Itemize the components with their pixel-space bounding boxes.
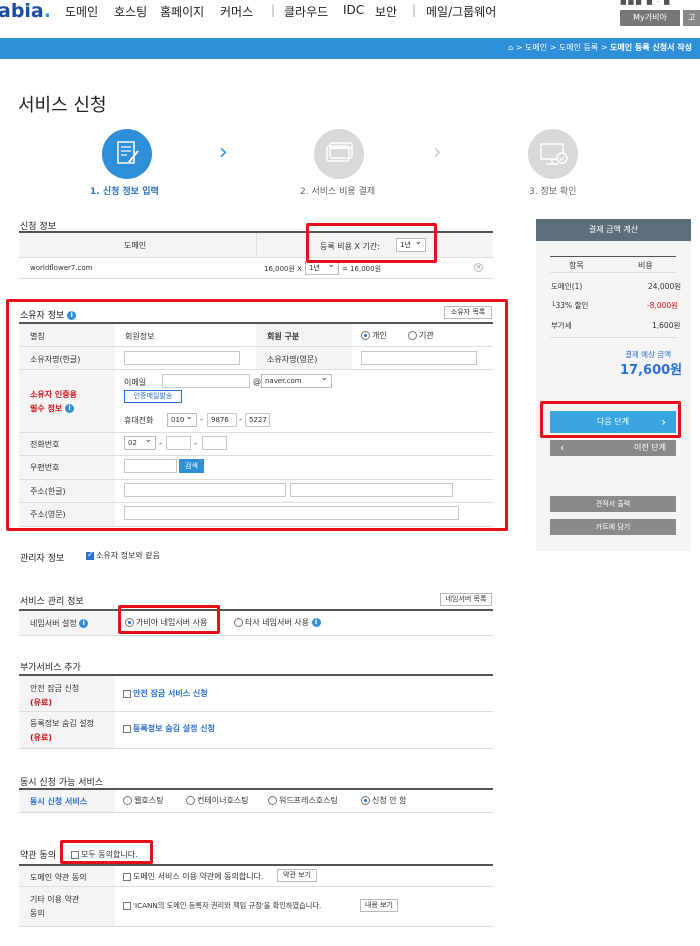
step-2-label: 2. 서비스 비용 결제	[300, 187, 376, 197]
highlight-period	[306, 223, 437, 263]
payment-summary-title: 결제 금액 계산	[536, 219, 691, 241]
domain-name: worldflower7.com	[30, 264, 93, 272]
close-icon[interactable]: ×	[474, 263, 483, 272]
step-3-circle	[528, 129, 578, 179]
summary-row-cost: 1,600원	[652, 321, 681, 330]
previous-step-button[interactable]: ‹ 이전 단계	[550, 440, 676, 456]
nav-security[interactable]: 보안	[375, 3, 397, 20]
col-cost-header: 비용	[638, 261, 653, 270]
nav-idc[interactable]: IDC	[343, 3, 364, 17]
nav-cloud[interactable]: 클라우드	[284, 3, 328, 20]
label-domain-terms: 도메인 약관 동의	[30, 873, 87, 882]
label-nameserver: 네임서버 설정 i	[30, 618, 89, 629]
unit-price: 16,000원 X	[264, 265, 302, 273]
divider	[19, 748, 493, 749]
customer-center-button[interactable]: 고	[683, 10, 700, 26]
step-2-circle	[314, 129, 364, 179]
nav-homepage[interactable]: 홈페이지	[160, 3, 204, 20]
print-quote-button[interactable]: 견적서 출력	[550, 496, 676, 512]
label-other-terms-1: 기타 이용 약관	[30, 895, 80, 904]
same-as-owner-checkbox[interactable]: 소유자 정보와 같음	[86, 550, 160, 561]
manager-title: 관리자 정보	[20, 554, 65, 564]
nav-mail-groupware[interactable]: 메일/그룹웨어	[426, 3, 496, 20]
divider	[256, 233, 257, 257]
nav-separator: |	[271, 3, 276, 17]
breadcrumb: ⌂ > 도메인 > 도메인 등록 > 도메인 등록 신청서 작성	[508, 43, 692, 52]
top-navigation: abia. 도메인 호스팅 홈페이지 커머스 | 클라우드 IDC 보안 | 메…	[0, 0, 700, 38]
terms-title: 약관 동의	[20, 851, 56, 861]
chevron-right-icon: ›	[219, 140, 228, 165]
divider	[550, 337, 676, 338]
summary-row-item: 도메인(1)	[551, 282, 583, 291]
highlight-next-step	[540, 401, 681, 438]
breadcrumb-item[interactable]: 도메인	[525, 43, 547, 52]
info-icon[interactable]: i	[79, 619, 89, 628]
radio-web-hosting[interactable]: 웹호스팅	[123, 795, 163, 806]
highlight-agree-all	[60, 840, 153, 864]
divider	[19, 635, 493, 636]
add-to-cart-button[interactable]: 카트에 담기	[550, 519, 676, 535]
col-item-header: 항목	[569, 261, 584, 270]
nav-hosting[interactable]: 호스팅	[114, 3, 147, 20]
chevron-right-icon: ›	[433, 140, 442, 165]
icann-terms-checkbox[interactable]: 'ICANN의 도메인 등록자 권리와 책임 규정'을 확인하였습니다.	[123, 901, 321, 911]
summary-row-item: └33% 할인	[551, 301, 589, 310]
summary-row-cost: -8,000원	[647, 301, 679, 310]
top-util-links[interactable]: ■■■ ■ · ■	[620, 0, 671, 6]
view-terms-button[interactable]: 약관 보기	[277, 869, 317, 882]
label-other-terms-2: 동의	[30, 909, 45, 918]
credit-card-icon	[326, 142, 353, 162]
paid-tag: (유료)	[30, 733, 53, 742]
radio-other-ns[interactable]: 타사 네임서버 사용 i	[234, 617, 321, 628]
page-title: 서비스 신청	[18, 95, 107, 116]
my-gabia-button[interactable]: My가비아	[620, 10, 680, 26]
period-row-select[interactable]: 1년	[305, 259, 339, 275]
label-concurrent: 동시 신청 서비스	[30, 797, 88, 806]
concurrent-title: 동시 신청 가능 서비스	[20, 778, 104, 788]
highlight-owner-info	[6, 299, 508, 531]
domain-terms-checkbox[interactable]: 도메인 서비스 이용 약관에 동의합니다.	[123, 871, 263, 882]
view-content-button[interactable]: 내용 보기	[360, 899, 398, 912]
row-total: = 16,000원	[342, 265, 382, 273]
divider	[19, 926, 493, 927]
paid-tag: (유료)	[30, 698, 53, 707]
label-safe-lock: 안전 잠금 신청	[30, 684, 80, 693]
step-1-circle	[102, 129, 152, 179]
estimated-total-value: 17,600원	[620, 363, 683, 378]
divider	[19, 711, 493, 712]
divider	[550, 272, 676, 273]
step-3-label: 3. 정보 확인	[529, 187, 577, 197]
monitor-check-icon	[540, 143, 568, 165]
nav-commerce[interactable]: 커머스	[220, 3, 253, 20]
nav-separator: |	[412, 3, 417, 17]
step-1-label: 1. 신청 정보 입력	[90, 187, 159, 197]
safe-lock-checkbox[interactable]: 안전 잠금 서비스 신청	[123, 688, 208, 699]
chevron-left-icon: ‹	[560, 441, 565, 454]
radio-no-application[interactable]: 신청 안 함	[361, 795, 407, 806]
breadcrumb-current: 도메인 등록 신청서 작성	[610, 43, 692, 52]
divider	[550, 256, 676, 257]
radio-wordpress-hosting[interactable]: 워드프레스호스팅	[268, 795, 338, 806]
highlight-nameserver	[118, 605, 220, 634]
label-privacy: 등록정보 숨김 설정	[30, 719, 94, 728]
info-icon[interactable]: i	[311, 618, 321, 627]
col-domain-header: 도메인	[124, 241, 147, 250]
service-mgmt-title: 서비스 관리 정보	[20, 597, 84, 607]
form-document-icon	[117, 141, 139, 164]
nav-domain[interactable]: 도메인	[65, 3, 98, 20]
home-icon[interactable]: ⌂	[508, 43, 513, 52]
divider	[19, 886, 493, 887]
addon-title: 부가서비스 추가	[20, 663, 81, 673]
breadcrumb-item[interactable]: 도메인 등록	[559, 43, 598, 52]
gabia-logo[interactable]: abia.	[0, 0, 51, 22]
breadcrumb-bar: ⌂ > 도메인 > 도메인 등록 > 도메인 등록 신청서 작성	[0, 38, 700, 59]
divider	[19, 812, 493, 813]
summary-row-item: 부가세	[551, 321, 572, 330]
nameserver-list-button[interactable]: 네임서버 목록	[440, 593, 492, 606]
divider	[19, 278, 493, 279]
radio-container-hosting[interactable]: 컨테이너호스팅	[186, 795, 249, 806]
privacy-checkbox[interactable]: 등록정보 숨김 설정 신청	[123, 723, 215, 734]
summary-row-cost: 24,000원	[648, 282, 682, 291]
